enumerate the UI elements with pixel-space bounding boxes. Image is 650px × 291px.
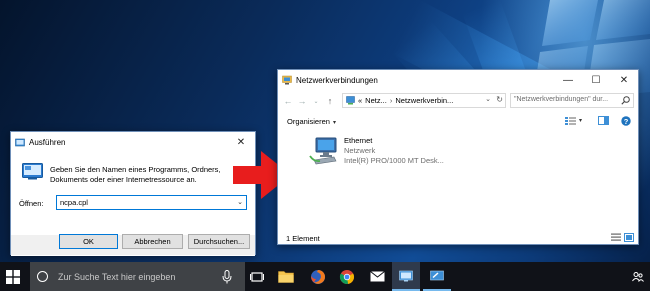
item-text: Ethernet Netzwerk Intel(R) PRO/1000 MT D…	[344, 136, 444, 166]
search-placeholder: "Netzwerkverbindungen" dur...	[514, 96, 609, 103]
preview-pane-button[interactable]	[598, 114, 609, 127]
mail-button[interactable]	[363, 262, 391, 291]
network-folder-icon	[282, 75, 292, 85]
help-icon: ?	[621, 115, 631, 125]
preview-pane-icon	[598, 116, 609, 125]
recent-dropdown-icon[interactable]: ⌄	[309, 98, 323, 105]
firefox-icon	[311, 269, 325, 284]
open-input[interactable]: ncpa.cpl ⌄	[56, 195, 247, 210]
mail-icon	[369, 271, 385, 282]
help-button[interactable]: ?	[621, 114, 631, 127]
run-titlebar[interactable]: Ausführen ✕	[11, 132, 255, 153]
breadcrumb-separator-icon[interactable]: ›	[390, 96, 393, 105]
search-icon	[621, 96, 630, 105]
maximize-icon[interactable]: ☐	[582, 70, 610, 90]
windows-start-icon[interactable]	[6, 270, 20, 284]
task-view-icon	[250, 271, 264, 282]
cancel-button[interactable]: Abbrechen	[122, 234, 183, 249]
cortana-icon	[37, 271, 48, 282]
taskbar: Zur Suche Text hier eingeben	[0, 262, 650, 291]
breadcrumb-overflow[interactable]: «	[358, 96, 362, 105]
explorer-titlebar[interactable]: Netzwerkverbindungen — ☐ ✕	[278, 70, 638, 90]
ok-button[interactable]: OK	[59, 234, 118, 249]
open-label: Öffnen:	[19, 199, 44, 208]
navigation-bar: ← → ⌄ ↑ « Netz... › Netzwerkverbin... ⌄ …	[278, 90, 638, 112]
large-icons-view-icon[interactable]	[624, 233, 634, 242]
network-connections-button[interactable]	[392, 262, 420, 291]
run-dialog: Ausführen ✕ Geben Sie den Namen eines Pr…	[10, 131, 256, 256]
run-footer: OK Abbrechen Durchsuchen...	[11, 234, 255, 255]
open-input-value: ncpa.cpl	[60, 198, 88, 207]
network-folder-icon	[399, 270, 413, 281]
details-view-icon[interactable]	[611, 233, 621, 242]
status-text: 1 Element	[286, 233, 320, 243]
taskbar-search-placeholder: Zur Suche Text hier eingeben	[58, 271, 176, 282]
ethernet-adapter-icon	[309, 137, 337, 165]
run-program-icon	[430, 270, 444, 280]
chevron-down-icon: ▾	[332, 119, 336, 126]
view-list-icon	[565, 116, 576, 125]
address-bar[interactable]: « Netz... › Netzwerkverbin... ⌄ ↻	[342, 93, 506, 108]
explorer-window: Netzwerkverbindungen — ☐ ✕ ← → ⌄ ↑ « Net…	[277, 69, 639, 245]
run-title: Ausführen	[29, 138, 66, 147]
breadcrumb-part1[interactable]: Netz...	[365, 96, 387, 105]
chrome-button[interactable]	[333, 262, 361, 291]
browse-button[interactable]: Durchsuchen...	[188, 234, 250, 249]
organize-button[interactable]: Organisieren ▾	[287, 117, 336, 126]
item-line3: Intel(R) PRO/1000 MT Desk...	[344, 156, 444, 165]
search-input[interactable]: "Netzwerkverbindungen" dur...	[510, 93, 634, 108]
minimize-icon[interactable]: —	[554, 70, 582, 90]
list-item[interactable]: Ethernet Netzwerk Intel(R) PRO/1000 MT D…	[304, 134, 464, 174]
run-description: Geben Sie den Namen eines Programms, Ord…	[50, 165, 221, 184]
explorer-title: Netzwerkverbindungen	[296, 75, 378, 85]
up-arrow-icon[interactable]: ↑	[323, 96, 337, 106]
firefox-button[interactable]	[304, 262, 332, 291]
control-panel-icon	[346, 96, 355, 105]
task-view-button[interactable]	[243, 262, 271, 291]
run-app-icon	[15, 138, 25, 146]
item-line2: Netzwerk	[344, 146, 376, 155]
organize-label: Organisieren	[287, 116, 330, 126]
close-icon[interactable]: ✕	[610, 70, 638, 90]
forward-arrow-icon[interactable]: →	[295, 96, 309, 106]
command-bar: Organisieren ▾ ▾ ?	[278, 112, 638, 130]
taskbar-search-box[interactable]: Zur Suche Text hier eingeben	[30, 262, 245, 291]
chevron-down-icon[interactable]: ⌄	[485, 95, 491, 103]
run-dialog-button[interactable]	[423, 262, 451, 291]
file-explorer-button[interactable]	[272, 262, 300, 291]
chevron-down-icon: ▾	[579, 118, 583, 124]
people-icon[interactable]	[632, 271, 644, 283]
svg-text:?: ?	[624, 116, 629, 125]
run-program-icon	[22, 163, 43, 180]
status-view-buttons	[611, 233, 634, 242]
folder-icon	[278, 271, 294, 283]
chrome-icon	[339, 269, 355, 284]
back-arrow-icon[interactable]: ←	[281, 96, 295, 106]
item-name: Ethernet	[344, 136, 373, 145]
status-bar: 1 Element	[278, 231, 638, 245]
view-options-button[interactable]: ▾	[565, 114, 582, 127]
file-list: Ethernet Netzwerk Intel(R) PRO/1000 MT D…	[278, 130, 638, 230]
microphone-icon[interactable]	[221, 270, 233, 284]
refresh-icon[interactable]: ↻	[496, 95, 503, 104]
breadcrumb-part2[interactable]: Netzwerkverbin...	[395, 96, 453, 105]
